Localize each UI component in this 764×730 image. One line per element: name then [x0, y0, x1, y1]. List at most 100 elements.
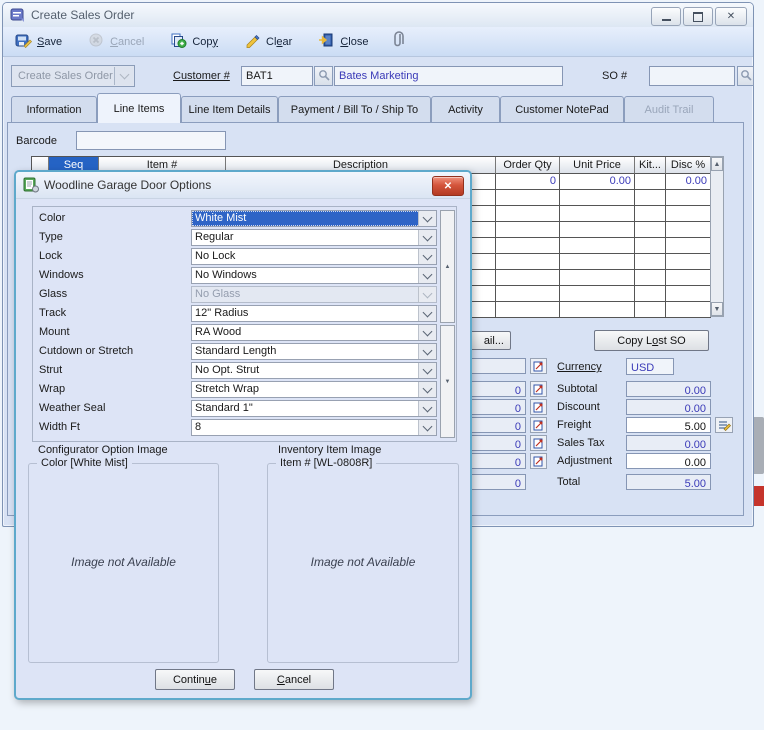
mode-select: Create Sales Order [11, 65, 135, 87]
window-titlebar: Create Sales Order ✕ [3, 3, 753, 28]
customer-code-field[interactable]: BAT1 [241, 66, 313, 86]
so-number-label: SO # [602, 70, 627, 82]
chevron-down-icon[interactable] [418, 230, 436, 245]
windows-combobox[interactable]: No Windows [191, 267, 437, 284]
inventory-image-box: Item # [WL-0808R] Image not Available [267, 463, 459, 663]
close-window-button[interactable]: Close [318, 32, 368, 51]
lock-combobox[interactable]: No Lock [191, 248, 437, 265]
subtotal-label: Subtotal [557, 383, 597, 395]
cancel-dialog-button[interactable]: Cancel [254, 669, 334, 690]
combobox-value: 8 [195, 421, 201, 433]
save-button[interactable]: Save [15, 32, 62, 51]
mount-combobox[interactable]: RA Wood [191, 324, 437, 341]
strut-combobox[interactable]: No Opt. Strut [191, 362, 437, 379]
copy-lost-so-button[interactable]: Copy Lost SO [594, 330, 709, 351]
save-icon [15, 32, 32, 51]
combobox-value: White Mist [195, 212, 246, 224]
cell-order-qty: 0 [496, 174, 560, 190]
option-label: Mount [39, 326, 70, 338]
clear-button[interactable]: Clear [244, 32, 292, 51]
so-number-field[interactable] [649, 66, 735, 86]
chevron-down-icon[interactable] [418, 382, 436, 397]
mode-select-value: Create Sales Order [18, 70, 113, 82]
chevron-down-icon[interactable] [418, 344, 436, 359]
option-label: Track [39, 307, 66, 319]
close-label: Close [340, 36, 368, 48]
options-scroll-up-button[interactable]: ▲ [440, 210, 455, 323]
customer-search-button[interactable] [314, 66, 333, 86]
tab-audit-trail: Audit Trail [624, 96, 714, 122]
woodline-garage-door-options-dialog: Woodline Garage Door Options ✕ ColorWhit… [14, 170, 472, 700]
freight-edit-button[interactable] [715, 417, 733, 433]
freight-label: Freight [557, 419, 591, 431]
sales-tax-field: 0.00 [626, 435, 711, 451]
dialog-icon [23, 177, 39, 196]
so-search-button[interactable] [737, 66, 754, 86]
color-combobox[interactable]: White Mist [191, 210, 437, 227]
tab-line-items[interactable]: Line Items [97, 93, 181, 123]
tab-customer-notepad[interactable]: Customer NotePad [500, 96, 624, 122]
chevron-down-icon[interactable] [418, 268, 436, 283]
adjustment-input[interactable]: 0.00 [626, 453, 711, 469]
col-unit-price[interactable]: Unit Price [560, 157, 635, 174]
chevron-down-icon[interactable] [418, 249, 436, 264]
chevron-down-icon[interactable] [418, 363, 436, 378]
currency-link[interactable]: Currency [557, 361, 602, 373]
customer-number-label: Customer # [173, 70, 230, 82]
image-placeholder: Image not Available [268, 555, 458, 569]
col-kit[interactable]: Kit... [635, 157, 666, 174]
option-label: Type [39, 231, 63, 243]
edit-detail-button[interactable] [530, 435, 547, 451]
type-combobox[interactable]: Regular [191, 229, 437, 246]
tab-activity[interactable]: Activity [431, 96, 500, 122]
combobox-value: Standard 1" [195, 402, 253, 414]
chevron-down-icon[interactable] [418, 325, 436, 340]
chevron-down-icon[interactable] [418, 420, 436, 435]
minimize-button[interactable] [651, 7, 681, 26]
wrap-combobox[interactable]: Stretch Wrap [191, 381, 437, 398]
col-disc[interactable]: Disc % [666, 157, 711, 174]
edit-detail-button[interactable] [530, 417, 547, 433]
cancel-label: Cancel [110, 36, 144, 48]
attachment-paperclip-icon[interactable] [394, 31, 406, 52]
edit-detail-button[interactable] [530, 453, 547, 469]
weather-seal-combobox[interactable]: Standard 1" [191, 400, 437, 417]
grid-scrollbar[interactable]: ▲ ▼ [710, 156, 724, 317]
search-icon [740, 69, 752, 84]
edit-detail-button[interactable] [530, 399, 547, 415]
tab-payment-billto-shipto[interactable]: Payment / Bill To / Ship To [278, 96, 431, 122]
combobox-value: Stretch Wrap [195, 383, 259, 395]
chevron-down-icon[interactable] [418, 306, 436, 321]
edit-detail-button[interactable] [530, 381, 547, 397]
subtotal-field: 0.00 [626, 381, 711, 397]
freight-input[interactable]: 5.00 [626, 417, 711, 433]
chevron-down-icon[interactable] [418, 401, 436, 416]
tab-information[interactable]: Information [11, 96, 97, 122]
combobox-value: No Windows [195, 269, 257, 281]
chevron-down-icon[interactable] [418, 211, 436, 226]
option-label: Glass [39, 288, 67, 300]
restore-button[interactable] [683, 7, 713, 26]
width-ft-combobox[interactable]: 8 [191, 419, 437, 436]
image-placeholder: Image not Available [29, 555, 218, 569]
sales-tax-label: Sales Tax [557, 437, 605, 449]
copy-button[interactable]: Copy [170, 32, 218, 51]
configurator-image-header: Configurator Option Image [38, 444, 168, 456]
chevron-down-icon [114, 67, 133, 85]
barcode-input[interactable] [76, 131, 226, 150]
continue-button[interactable]: Continue [155, 669, 235, 690]
barcode-label: Barcode [16, 135, 57, 147]
option-label: Lock [39, 250, 62, 262]
tab-line-item-details[interactable]: Line Item Details [181, 96, 278, 122]
close-button[interactable]: ✕ [715, 7, 747, 26]
cutdown-combobox[interactable]: Standard Length [191, 343, 437, 360]
scroll-up-icon[interactable]: ▲ [711, 157, 723, 171]
discount-field: 0.00 [626, 399, 711, 415]
scroll-down-icon[interactable]: ▼ [711, 302, 723, 316]
track-combobox[interactable]: 12" Radius [191, 305, 437, 322]
col-order-qty[interactable]: Order Qty [496, 157, 560, 174]
options-scroll-down-button[interactable]: ▼ [440, 325, 455, 438]
option-label: Wrap [39, 383, 65, 395]
edit-detail-button[interactable] [530, 358, 547, 374]
dialog-close-button[interactable]: ✕ [432, 176, 464, 196]
